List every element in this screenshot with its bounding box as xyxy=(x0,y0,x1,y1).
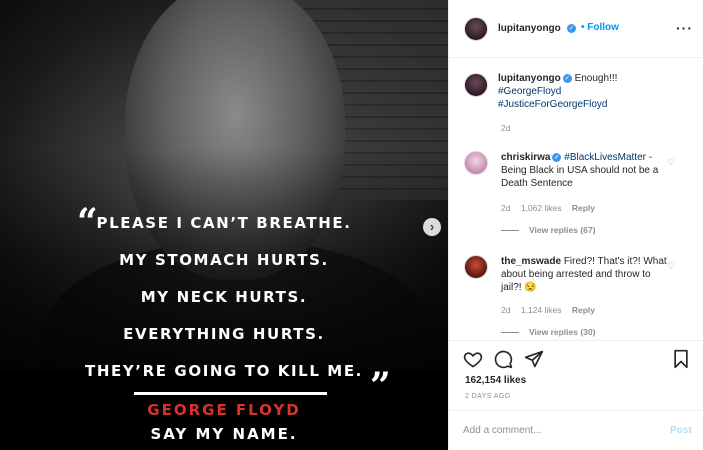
post-comment-button[interactable]: Post xyxy=(670,425,692,436)
comment-like-heart-icon[interactable]: ♡ xyxy=(667,157,675,168)
author-username[interactable]: lupitanyongo xyxy=(498,23,561,34)
view-replies-label: View replies (67) xyxy=(529,225,596,235)
comment-time[interactable]: 2d xyxy=(501,203,510,213)
comment-avatar[interactable] xyxy=(464,151,488,175)
quote-author: GEORGE FLOYD xyxy=(147,401,301,419)
view-replies-label: View replies (30) xyxy=(529,327,596,337)
comment: the_mswade Fired?! That's it?! What abou… xyxy=(501,255,669,294)
verified-icon: ✓ xyxy=(567,23,576,33)
comment-like-heart-icon[interactable]: ♡ xyxy=(667,261,675,272)
comment-username[interactable]: the_mswade xyxy=(501,256,561,267)
comment-username[interactable]: chriskirwa xyxy=(501,152,550,163)
hashtag-link[interactable]: #BlackLivesMatter xyxy=(564,152,646,163)
quote-line: MY STOMACH HURTS. xyxy=(119,251,329,269)
comments-list[interactable]: lupitanyongo ✓ Enough!!! #GeorgeFloyd #Ju… xyxy=(449,58,703,340)
comment-meta: 2d 1,062 likes Reply xyxy=(501,203,603,213)
caption-username[interactable]: lupitanyongo xyxy=(498,73,561,84)
comment-avatar[interactable] xyxy=(464,255,488,279)
verified-badge: ✓ xyxy=(565,23,576,34)
quote-divider xyxy=(134,392,327,395)
comment-likes[interactable]: 1,124 likes xyxy=(521,305,562,315)
post-media[interactable]: “ PLEASE I CAN’T BREATHE. MY STOMACH HUR… xyxy=(0,0,448,450)
reply-button[interactable]: Reply xyxy=(572,305,595,315)
caption-time[interactable]: 2d xyxy=(501,123,510,133)
comment-meta: 2d 1,124 likes Reply xyxy=(501,305,603,315)
quote-line: EVERYTHING HURTS. xyxy=(123,325,325,343)
view-replies-button[interactable]: View replies (67) xyxy=(501,225,595,235)
bookmark-icon[interactable] xyxy=(671,349,691,369)
more-options-icon[interactable]: ··· xyxy=(676,20,693,36)
comment-icon[interactable] xyxy=(493,349,513,369)
post-photo xyxy=(0,0,448,370)
caption-text: Enough!!! xyxy=(574,73,618,84)
caption-avatar[interactable] xyxy=(464,73,488,97)
verified-icon: ✓ xyxy=(562,73,572,83)
quote-tagline: SAY MY NAME. xyxy=(150,425,298,443)
comment-time[interactable]: 2d xyxy=(501,305,510,315)
follow-button[interactable]: • Follow xyxy=(581,22,619,33)
caption: lupitanyongo ✓ Enough!!! #GeorgeFloyd #Ju… xyxy=(498,72,688,111)
comment-input[interactable] xyxy=(463,419,653,441)
photo-gradient-overlay xyxy=(0,0,448,370)
heart-icon[interactable] xyxy=(463,349,483,369)
comment-likes[interactable]: 1,062 likes xyxy=(521,203,562,213)
post-header: lupitanyongo ✓ • Follow ··· xyxy=(449,0,703,58)
close-quote-mark: ” xyxy=(370,365,391,407)
post-side-panel: lupitanyongo ✓ • Follow ··· lupitanyongo… xyxy=(448,0,703,450)
post-actions: 162,154 likes 2 DAYS AGO xyxy=(449,340,703,410)
share-icon[interactable] xyxy=(524,349,544,369)
quote-line: PLEASE I CAN’T BREATHE. xyxy=(96,214,352,232)
view-replies-line xyxy=(501,332,519,334)
likes-count[interactable]: 162,154 likes xyxy=(465,375,526,386)
view-replies-button[interactable]: View replies (30) xyxy=(501,327,595,337)
quote-line: MY NECK HURTS. xyxy=(140,288,308,306)
post-timestamp: 2 DAYS AGO xyxy=(465,393,511,400)
add-comment-bar: Post xyxy=(449,410,703,450)
next-image-button[interactable]: › xyxy=(423,218,441,236)
hashtag-link[interactable]: #GeorgeFloyd xyxy=(498,86,561,97)
author-avatar[interactable] xyxy=(464,17,488,41)
reply-button[interactable]: Reply xyxy=(572,203,595,213)
hashtag-link[interactable]: #JusticeForGeorgeFloyd xyxy=(498,99,608,110)
verified-icon: ✓ xyxy=(552,152,562,162)
comment: chriskirwa ✓ #BlackLivesMatter - Being Bl… xyxy=(501,151,669,190)
view-replies-line xyxy=(501,230,519,232)
